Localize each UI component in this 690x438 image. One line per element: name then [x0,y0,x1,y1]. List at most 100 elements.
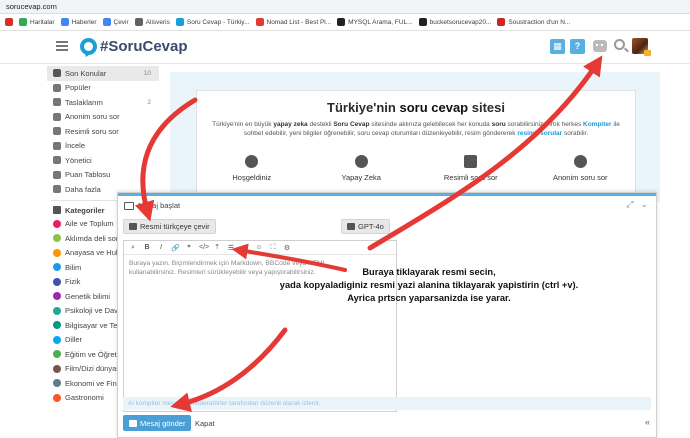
bookmark-label: Nomad List - Best Pl... [266,18,332,26]
categories-icon [53,206,61,214]
resimli-sorular-link[interactable]: resimli sorular [517,130,562,137]
translate-image-button[interactable]: Resmi türkçeye çevir [123,219,216,234]
sidebar-item-label: İncele [65,141,86,151]
sidebar-item[interactable]: Yönetici [47,153,159,168]
menu-icon[interactable] [56,41,68,51]
favicon-icon [497,18,506,26]
category-label: Psikoloji ve Dav [65,306,118,316]
category-label: Genetik bilimi [65,291,111,301]
review-icon [53,141,61,150]
category-icon [53,277,61,286]
search-icon[interactable] [614,39,625,50]
favicon-icon [19,18,27,26]
favicon-icon [5,18,13,26]
site-logo[interactable]: #SoruCevap [100,38,188,55]
avatar-badge [644,50,651,56]
collapse-icon[interactable]: « [645,417,650,427]
annotation-text: Buraya tiklayarak resmi secin, yada kopy… [279,267,579,303]
anon-icon [53,112,61,121]
favicon-icon [175,18,184,26]
settings-icon[interactable]: ⚙ [283,244,291,252]
robot-icon[interactable] [593,40,607,52]
bookmark-item[interactable]: Soru Cevap - Türkiy... [175,18,250,26]
sidebar-item-label: Taslaklarım [65,97,103,107]
help-icon[interactable]: ? [570,39,585,54]
category-icon [53,350,61,359]
category-label: Diller [65,335,83,345]
editor-toolbar: ⌕ B I 🔗 ❞ </> ⤒ ☰ ≡ ☺ ⛶ ⚙ [124,241,396,255]
sidebar-item[interactable]: Popüler [47,81,159,96]
info-icon [573,155,587,168]
category-icon [53,234,61,243]
category-label: Aile ve Toplum [65,219,114,229]
feature-image-question[interactable]: Resimli soru sor [426,155,516,182]
link-icon[interactable]: 🔗 [171,244,180,252]
close-composer-link[interactable]: Kapat [195,419,215,428]
bookmark-item[interactable]: Çevir [102,18,129,26]
feature-row: Hoşgeldiniz Yapay Zeka Resimli soru sor … [197,155,635,182]
draft-icon [53,98,61,107]
bookmark-label: Haritalar [30,18,55,26]
italic-icon[interactable]: I [157,244,165,251]
sidebar-item[interactable]: Resimli soru sor [47,124,159,139]
bookmark-item[interactable]: Haberler [60,18,97,26]
popular-icon [53,83,61,92]
quote-icon[interactable]: ⌕ [129,244,137,252]
url-text[interactable]: sorucevap.com [6,2,57,11]
chevron-down-icon[interactable]: ⌄ [640,199,648,210]
sidebar-item-label: Anonim soru sor [65,112,120,122]
feature-welcome[interactable]: Hoşgeldiniz [207,155,297,182]
bookmark-item[interactable]: bucketsorucevap20... [418,18,491,26]
bookmark-item[interactable]: MYSQL Arama, FUL... [337,18,413,26]
bookmark-item[interactable] [5,18,13,26]
send-message-button[interactable]: Mesaj gönder [123,415,192,431]
info-icon [245,155,259,168]
expand-icon[interactable]: ⤢ [626,199,633,210]
category-label: Film/Dizi dünyas [65,364,121,374]
avatar[interactable] [632,38,651,56]
hero-card: Türkiye'nin soru cevap sitesi Türkiye'ni… [196,90,636,200]
kompiter-link[interactable]: Kompiter [583,121,612,128]
sidebar-item-count: 2 [147,98,151,106]
composer-title: Mesaj başlat [124,201,180,210]
category-label: Bilim [65,262,82,272]
code-icon[interactable]: </> [199,244,209,251]
address-bar[interactable]: sorucevap.com [0,0,690,14]
category-icon [53,292,61,301]
bookmark-item[interactable]: Nomad List - Best Pl... [255,18,332,26]
favicon-icon [337,18,346,26]
chat-icon [53,69,61,78]
category-icon [53,219,61,228]
feature-ai[interactable]: Yapay Zeka [316,155,406,182]
composer-window-controls: ⤢ ⌄ [626,199,648,210]
bookmark-label: Alisveris [145,18,170,26]
upload-icon[interactable]: ⤒ [213,244,221,252]
sidebar-item[interactable]: İncele [47,139,159,154]
logo-icon[interactable] [80,38,97,55]
category-icon [53,321,61,330]
category-icon [53,248,61,257]
sidebar-item[interactable]: Son Konular 10 [47,66,159,81]
sidebar-item[interactable]: Anonim soru sor [47,110,159,125]
category-label: Anayasa ve Huk [65,248,120,258]
model-select-button[interactable]: GPT-4o [341,219,390,234]
sidebar-item[interactable]: Taslaklarım 2 [47,95,159,110]
emoji-icon[interactable]: ☺ [255,244,263,251]
category-icon [53,393,61,402]
bold-icon[interactable]: B [143,244,151,251]
grid-icon[interactable]: ▦ [550,39,565,54]
category-icon [53,364,61,373]
numbered-list-icon[interactable]: ≡ [241,244,249,251]
fullscreen-icon[interactable]: ⛶ [269,244,277,252]
bookmark-item[interactable]: Soustraction d'un N... [497,18,570,26]
bookmark-label: Soustraction d'un N... [508,18,571,26]
feature-anonymous[interactable]: Anonim soru sor [535,155,625,182]
bullet-list-icon[interactable]: ☰ [227,244,235,252]
site-header: #SoruCevap ▦ ? [0,31,690,64]
bookmark-item[interactable]: Alisveris [134,18,170,26]
blockquote-icon[interactable]: ❞ [185,244,193,252]
bookmark-item[interactable]: Haritalar [19,18,55,26]
image-icon [129,223,137,230]
sidebar-item[interactable]: Puan Tablosu [47,168,159,183]
favicon-icon [255,18,264,26]
